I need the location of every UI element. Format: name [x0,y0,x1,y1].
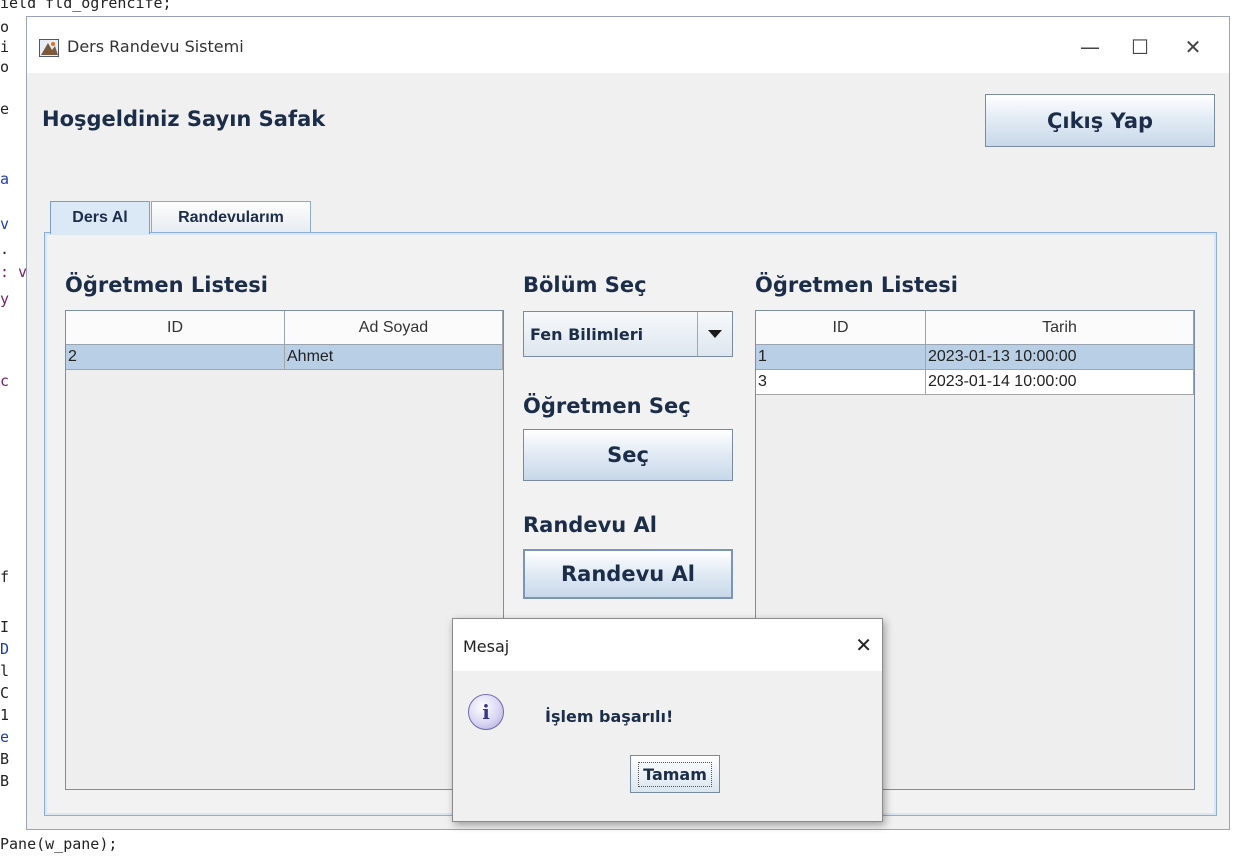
bolum-sec-title: Bölüm Seç [523,273,647,297]
minimize-button[interactable]: — [1067,29,1113,65]
chevron-down-icon[interactable] [697,312,732,356]
randevu-al-button[interactable]: Randevu Al [523,549,733,599]
welcome-label: Hoşgeldiniz Sayın Safak [42,107,326,131]
table-header: ID Tarih [756,311,1194,345]
dialog-message: İşlem başarılı! [545,707,674,726]
column-header-ad-soyad[interactable]: Ad Soyad [285,311,503,344]
cell-id: 3 [756,370,926,394]
cell-id: 1 [756,345,926,369]
column-header-id[interactable]: ID [66,311,285,344]
table-row[interactable]: 3 2023-01-14 10:00:00 [756,370,1194,395]
cell-tarih: 2023-01-14 10:00:00 [926,370,1194,394]
column-header-id[interactable]: ID [756,311,926,344]
message-dialog: Mesaj ✕ i İşlem başarılı! Tamam [452,618,883,822]
table-row[interactable]: 2 Ahmet [66,345,503,370]
cell-tarih: 2023-01-13 10:00:00 [926,345,1194,369]
column-header-tarih[interactable]: Tarih [926,311,1194,344]
maximize-button[interactable]: ☐ [1117,29,1163,65]
title-bar[interactable]: Ders Randevu Sistemi — ☐ ✕ [27,17,1229,73]
dialog-close-button[interactable]: ✕ [855,633,872,657]
teacher-list-title: Öğretmen Listesi [65,273,268,297]
ok-button-label: Tamam [638,761,712,787]
window-title: Ders Randevu Sistemi [67,37,244,56]
dialog-title-bar[interactable]: Mesaj ✕ [453,619,882,671]
java-app-icon [39,39,59,57]
ogretmen-sec-title: Öğretmen Seç [523,394,691,418]
table-header: ID Ad Soyad [66,311,503,345]
randevu-al-title: Randevu Al [523,513,657,537]
ok-button[interactable]: Tamam [630,755,720,793]
logout-button[interactable]: Çıkış Yap [985,94,1215,147]
bolum-selected-value: Fen Bilimleri [530,324,644,344]
dialog-title: Mesaj [463,637,510,656]
tab-randevularim[interactable]: Randevularım [151,201,311,233]
bolum-combobox[interactable]: Fen Bilimleri [523,311,733,357]
teacher-table[interactable]: ID Ad Soyad 2 Ahmet [65,310,504,790]
close-button[interactable]: ✕ [1170,29,1216,65]
cell-id: 2 [66,345,285,369]
info-icon: i [468,694,504,730]
cell-ad-soyad: Ahmet [285,345,503,369]
code-line: Pane(w_pane); [0,835,118,853]
appointment-list-title: Öğretmen Listesi [755,273,958,297]
code-line: ield fld_ogrencife; [0,0,172,12]
table-row[interactable]: 1 2023-01-13 10:00:00 [756,345,1194,370]
sec-button[interactable]: Seç [523,429,733,481]
tab-ders-al[interactable]: Ders Al [50,201,150,234]
